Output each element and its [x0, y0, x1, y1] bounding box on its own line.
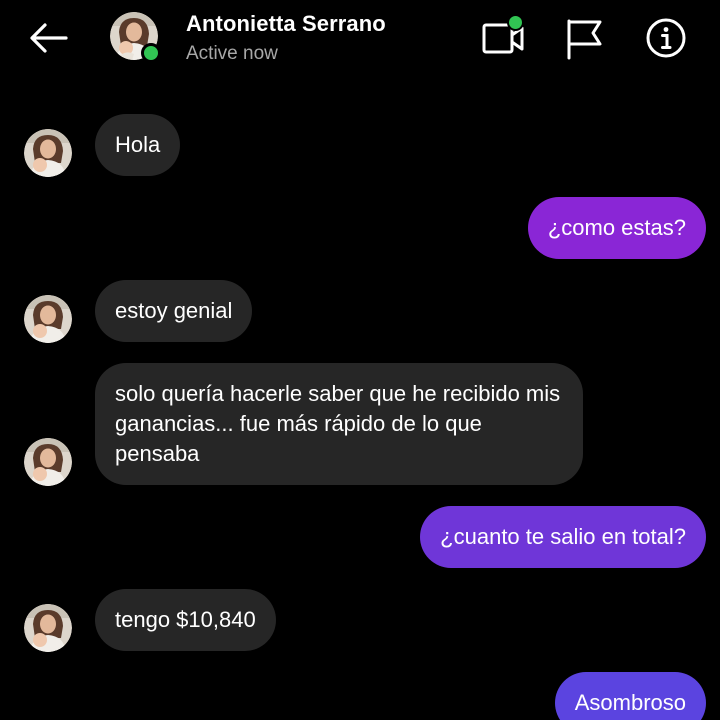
report-button[interactable]	[560, 14, 608, 62]
chat-screen: Antonietta Serrano Active now Hola ¿como…	[0, 0, 720, 720]
arrow-left-icon	[30, 23, 68, 53]
outgoing-message-bubble[interactable]: Asombroso	[554, 672, 706, 720]
contact-name[interactable]: Antonietta Serrano	[186, 11, 386, 37]
video-call-button[interactable]	[478, 14, 526, 62]
message-avatar[interactable]	[24, 129, 72, 177]
avatar	[24, 295, 72, 343]
avatar	[24, 129, 72, 177]
incoming-message-bubble[interactable]: solo quería hacerle saber que he recibid…	[95, 363, 583, 485]
video-active-dot	[507, 14, 524, 31]
outgoing-message-bubble[interactable]: ¿como estas?	[527, 197, 706, 259]
contact-status: Active now	[186, 43, 278, 64]
message-avatar[interactable]	[24, 295, 72, 343]
flag-icon	[567, 19, 602, 60]
back-button[interactable]	[26, 18, 70, 58]
incoming-message-bubble[interactable]: estoy genial	[95, 280, 253, 342]
outgoing-message-bubble[interactable]: ¿cuanto te salio en total?	[420, 506, 706, 568]
message-avatar[interactable]	[24, 604, 72, 652]
incoming-message-bubble[interactable]: Hola	[95, 114, 181, 176]
avatar	[24, 438, 72, 486]
incoming-message-bubble[interactable]: tengo $10,840	[95, 589, 276, 651]
contact-avatar[interactable]	[110, 12, 161, 63]
info-icon	[646, 18, 686, 58]
online-status-dot	[141, 43, 161, 63]
chat-header: Antonietta Serrano Active now	[0, 0, 720, 80]
message-avatar[interactable]	[24, 438, 72, 486]
avatar	[24, 604, 72, 652]
info-button[interactable]	[642, 14, 690, 62]
